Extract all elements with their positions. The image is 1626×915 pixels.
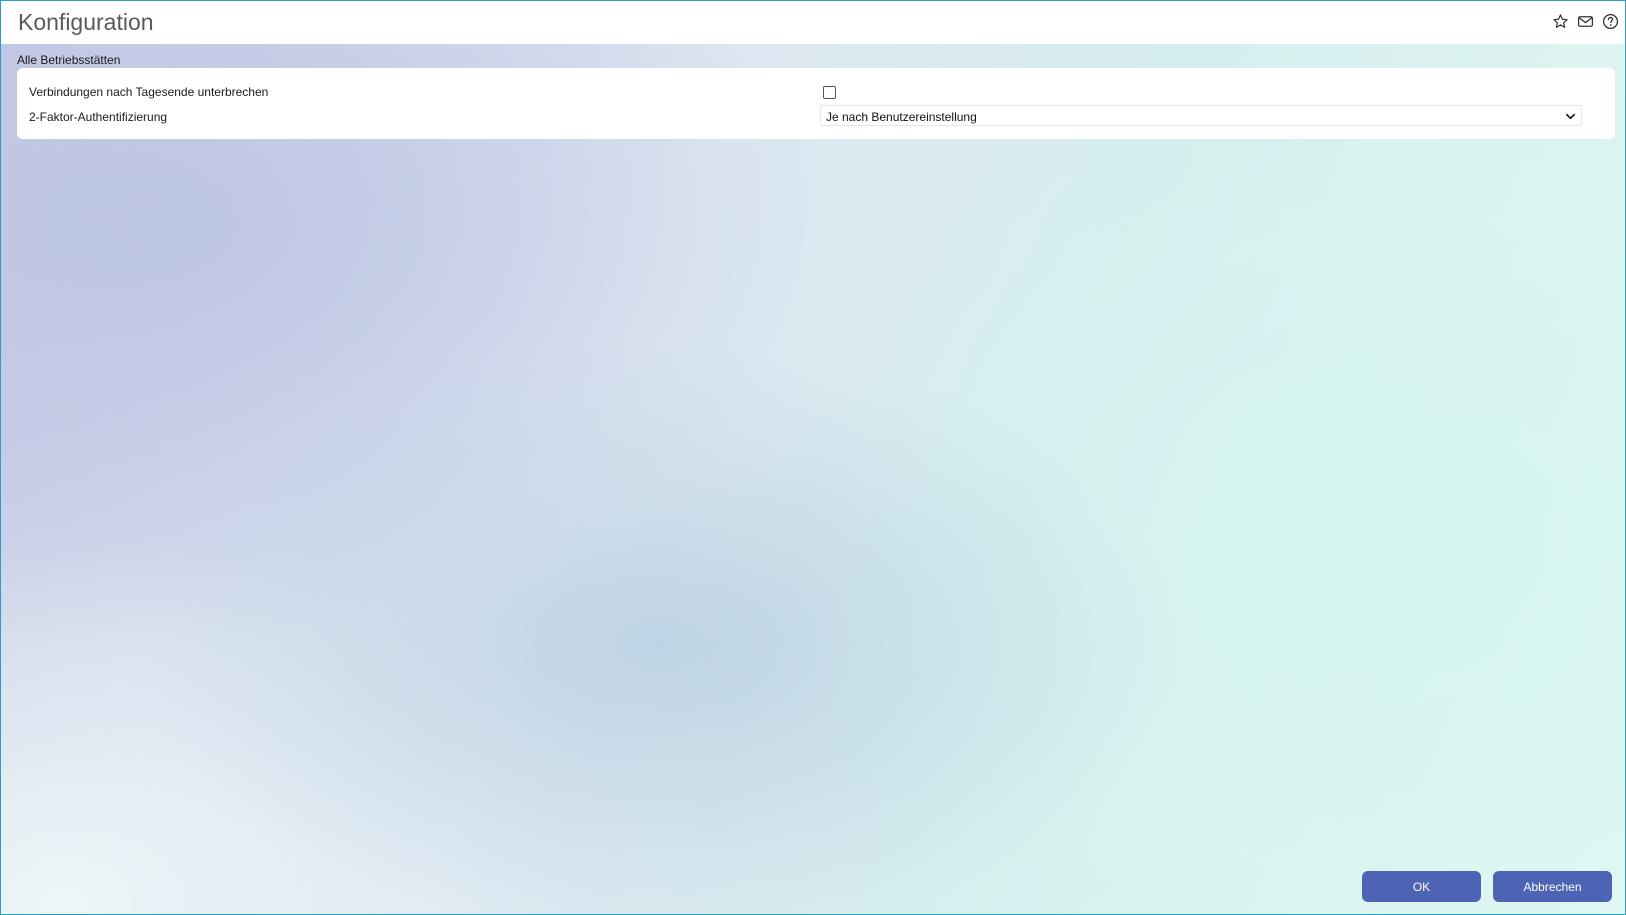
cancel-button[interactable]: Abbrechen	[1493, 871, 1612, 902]
two-factor-select[interactable]: Je nach Benutzereinstellung	[820, 105, 1582, 126]
title-bar: Konfiguration	[1, 1, 1625, 44]
disconnect-checkbox[interactable]	[823, 86, 836, 99]
section-title: Alle Betriebsstätten	[17, 53, 121, 67]
star-icon[interactable]	[1552, 13, 1569, 30]
help-icon[interactable]	[1602, 13, 1619, 30]
chevron-down-icon	[1566, 113, 1575, 120]
setting-row-disconnect: Verbindungen nach Tagesende unterbrechen	[17, 80, 1615, 104]
title-icons	[1552, 13, 1619, 30]
setting-label: Verbindungen nach Tagesende unterbrechen	[29, 85, 269, 99]
ok-button[interactable]: OK	[1362, 871, 1481, 902]
select-value: Je nach Benutzereinstellung	[826, 110, 977, 124]
mail-icon[interactable]	[1577, 13, 1594, 30]
config-dialog: Konfiguration Alle Betriebsstätten Verbi…	[0, 0, 1626, 915]
setting-row-2fa: 2-Faktor-Authentifizierung Je nach Benut…	[17, 105, 1615, 129]
settings-panel: Verbindungen nach Tagesende unterbrechen…	[17, 68, 1615, 139]
content-area: Alle Betriebsstätten Verbindungen nach T…	[1, 44, 1625, 914]
window-title: Konfiguration	[18, 9, 154, 35]
setting-label: 2-Faktor-Authentifizierung	[29, 110, 168, 124]
